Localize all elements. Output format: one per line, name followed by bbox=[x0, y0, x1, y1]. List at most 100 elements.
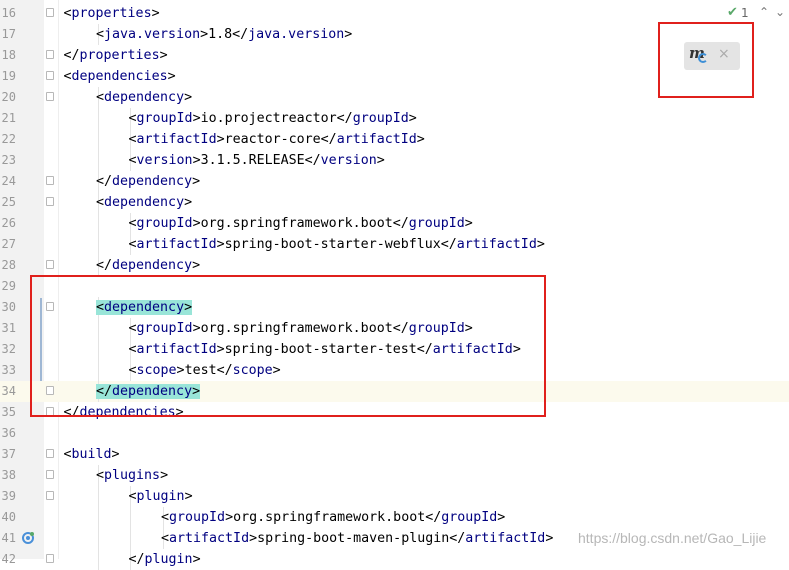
bracket: </ bbox=[440, 237, 457, 252]
fold-marker-icon[interactable] bbox=[46, 71, 54, 80]
xml-tag-name: artifactId bbox=[336, 132, 417, 147]
bracket: </ bbox=[232, 27, 249, 42]
line-number: 34 bbox=[1, 384, 16, 398]
bracket: > bbox=[200, 27, 209, 42]
line-number: 37 bbox=[1, 447, 16, 461]
xml-tag-name: java.version bbox=[248, 27, 345, 42]
bracket: </ bbox=[63, 48, 80, 63]
code-line[interactable]: 28 </dependency> bbox=[0, 255, 789, 276]
code-line[interactable]: 36 bbox=[0, 423, 789, 444]
bracket: < bbox=[96, 195, 105, 210]
xml-value: 1.8 bbox=[208, 27, 233, 42]
bracket: </ bbox=[96, 174, 113, 189]
xml-tag-name: dependency bbox=[112, 258, 193, 273]
annotation-box-maven bbox=[658, 22, 754, 98]
bracket: > bbox=[192, 111, 201, 126]
fold-marker-icon[interactable] bbox=[46, 260, 54, 269]
run-gear-icon[interactable] bbox=[21, 531, 35, 545]
code-line[interactable]: 42 </plugin> bbox=[0, 549, 789, 570]
fold-marker-icon[interactable] bbox=[46, 197, 54, 206]
code-text: <artifactId>reactor-core</artifactId> bbox=[129, 129, 425, 150]
indent-guide bbox=[130, 528, 131, 549]
chevron-up-icon[interactable]: ⌃ bbox=[759, 5, 769, 19]
fold-marker-icon[interactable] bbox=[46, 491, 54, 500]
code-line[interactable]: 37 <build> bbox=[0, 444, 789, 465]
fold-marker-icon[interactable] bbox=[46, 470, 54, 479]
bracket: > bbox=[216, 132, 225, 147]
xml-tag-name: build bbox=[71, 447, 112, 462]
bracket: </ bbox=[392, 216, 409, 231]
xml-value: spring-boot-maven-plugin bbox=[257, 531, 450, 546]
indent-guide bbox=[97, 108, 99, 129]
watermark: https://blog.csdn.net/Gao_Lijie bbox=[578, 530, 767, 546]
xml-tag-name: plugins bbox=[104, 468, 161, 483]
bracket: </ bbox=[304, 153, 321, 168]
line-number: 32 bbox=[1, 342, 16, 356]
bracket: </ bbox=[449, 531, 466, 546]
inspection-ok-icon[interactable]: ✔ bbox=[727, 5, 738, 20]
code-text: <groupId>org.springframework.boot</group… bbox=[129, 213, 473, 234]
code-line[interactable]: 24 </dependency> bbox=[0, 171, 789, 192]
fold-marker-icon[interactable] bbox=[46, 92, 54, 101]
chevron-down-icon[interactable]: ⌄ bbox=[775, 5, 785, 19]
code-line[interactable]: 27 <artifactId>spring-boot-starter-webflu… bbox=[0, 234, 789, 255]
indent-guide bbox=[97, 150, 99, 171]
xml-tag-name: dependencies bbox=[71, 69, 168, 84]
inspection-count: 1 bbox=[741, 6, 749, 20]
code-line[interactable]: 25 <dependency> bbox=[0, 192, 789, 213]
xml-value: org.springframework.boot bbox=[200, 216, 393, 231]
bracket: < bbox=[128, 153, 137, 168]
code-text: <plugin> bbox=[129, 486, 193, 507]
line-number: 26 bbox=[1, 216, 16, 230]
indent-guide bbox=[97, 213, 99, 234]
line-number: 27 bbox=[1, 237, 16, 251]
xml-tag-name: artifactId bbox=[136, 237, 217, 252]
code-line[interactable]: 40 <groupId>org.springframework.boot</gro… bbox=[0, 507, 789, 528]
code-text: <artifactId>spring-boot-starter-webflux<… bbox=[129, 234, 545, 255]
line-number: 29 bbox=[1, 279, 16, 293]
line-number: 30 bbox=[1, 300, 16, 314]
code-line[interactable]: 21 <groupId>io.projectreactor</groupId> bbox=[0, 108, 789, 129]
fold-marker-icon[interactable] bbox=[46, 50, 54, 59]
code-line[interactable]: 16 <properties> bbox=[0, 3, 789, 24]
xml-tag-name: version bbox=[136, 153, 193, 168]
fold-marker-icon[interactable] bbox=[46, 176, 54, 185]
bracket: > bbox=[111, 447, 120, 462]
xml-tag-name: groupId bbox=[408, 216, 465, 231]
line-number: 21 bbox=[1, 111, 16, 125]
code-text: </properties> bbox=[64, 45, 168, 66]
code-line[interactable]: 38 <plugins> bbox=[0, 465, 789, 486]
xml-value: reactor-core bbox=[224, 132, 321, 147]
code-line[interactable]: 22 <artifactId>reactor-core</artifactId> bbox=[0, 129, 789, 150]
fold-marker-icon[interactable] bbox=[46, 449, 54, 458]
line-number: 25 bbox=[1, 195, 16, 209]
bracket: < bbox=[63, 69, 72, 84]
bracket: > bbox=[225, 510, 234, 525]
fold-marker-icon[interactable] bbox=[46, 8, 54, 17]
line-number: 16 bbox=[1, 6, 16, 20]
bracket: > bbox=[416, 132, 425, 147]
code-line[interactable]: 26 <groupId>org.springframework.boot</gro… bbox=[0, 213, 789, 234]
xml-tag-name: groupId bbox=[441, 510, 498, 525]
indent-guide bbox=[97, 234, 99, 255]
code-text: <build> bbox=[64, 444, 120, 465]
xml-tag-name: artifactId bbox=[169, 531, 250, 546]
code-text: <plugins> bbox=[96, 465, 168, 486]
bracket: </ bbox=[320, 132, 337, 147]
xml-tag-name: dependency bbox=[104, 90, 185, 105]
bracket: > bbox=[192, 153, 201, 168]
bracket: > bbox=[545, 531, 554, 546]
bracket: > bbox=[249, 531, 258, 546]
line-number: 22 bbox=[1, 132, 16, 146]
bracket: > bbox=[344, 27, 353, 42]
code-line[interactable]: 39 <plugin> bbox=[0, 486, 789, 507]
bracket: </ bbox=[425, 510, 442, 525]
bracket: < bbox=[63, 447, 72, 462]
line-number: 24 bbox=[1, 174, 16, 188]
code-text: <groupId>org.springframework.boot</group… bbox=[161, 507, 505, 528]
bracket: </ bbox=[336, 111, 353, 126]
bracket: < bbox=[128, 111, 137, 126]
bracket: < bbox=[128, 489, 137, 504]
code-line[interactable]: 23 <version>3.1.5.RELEASE</version> bbox=[0, 150, 789, 171]
bracket: > bbox=[167, 69, 176, 84]
